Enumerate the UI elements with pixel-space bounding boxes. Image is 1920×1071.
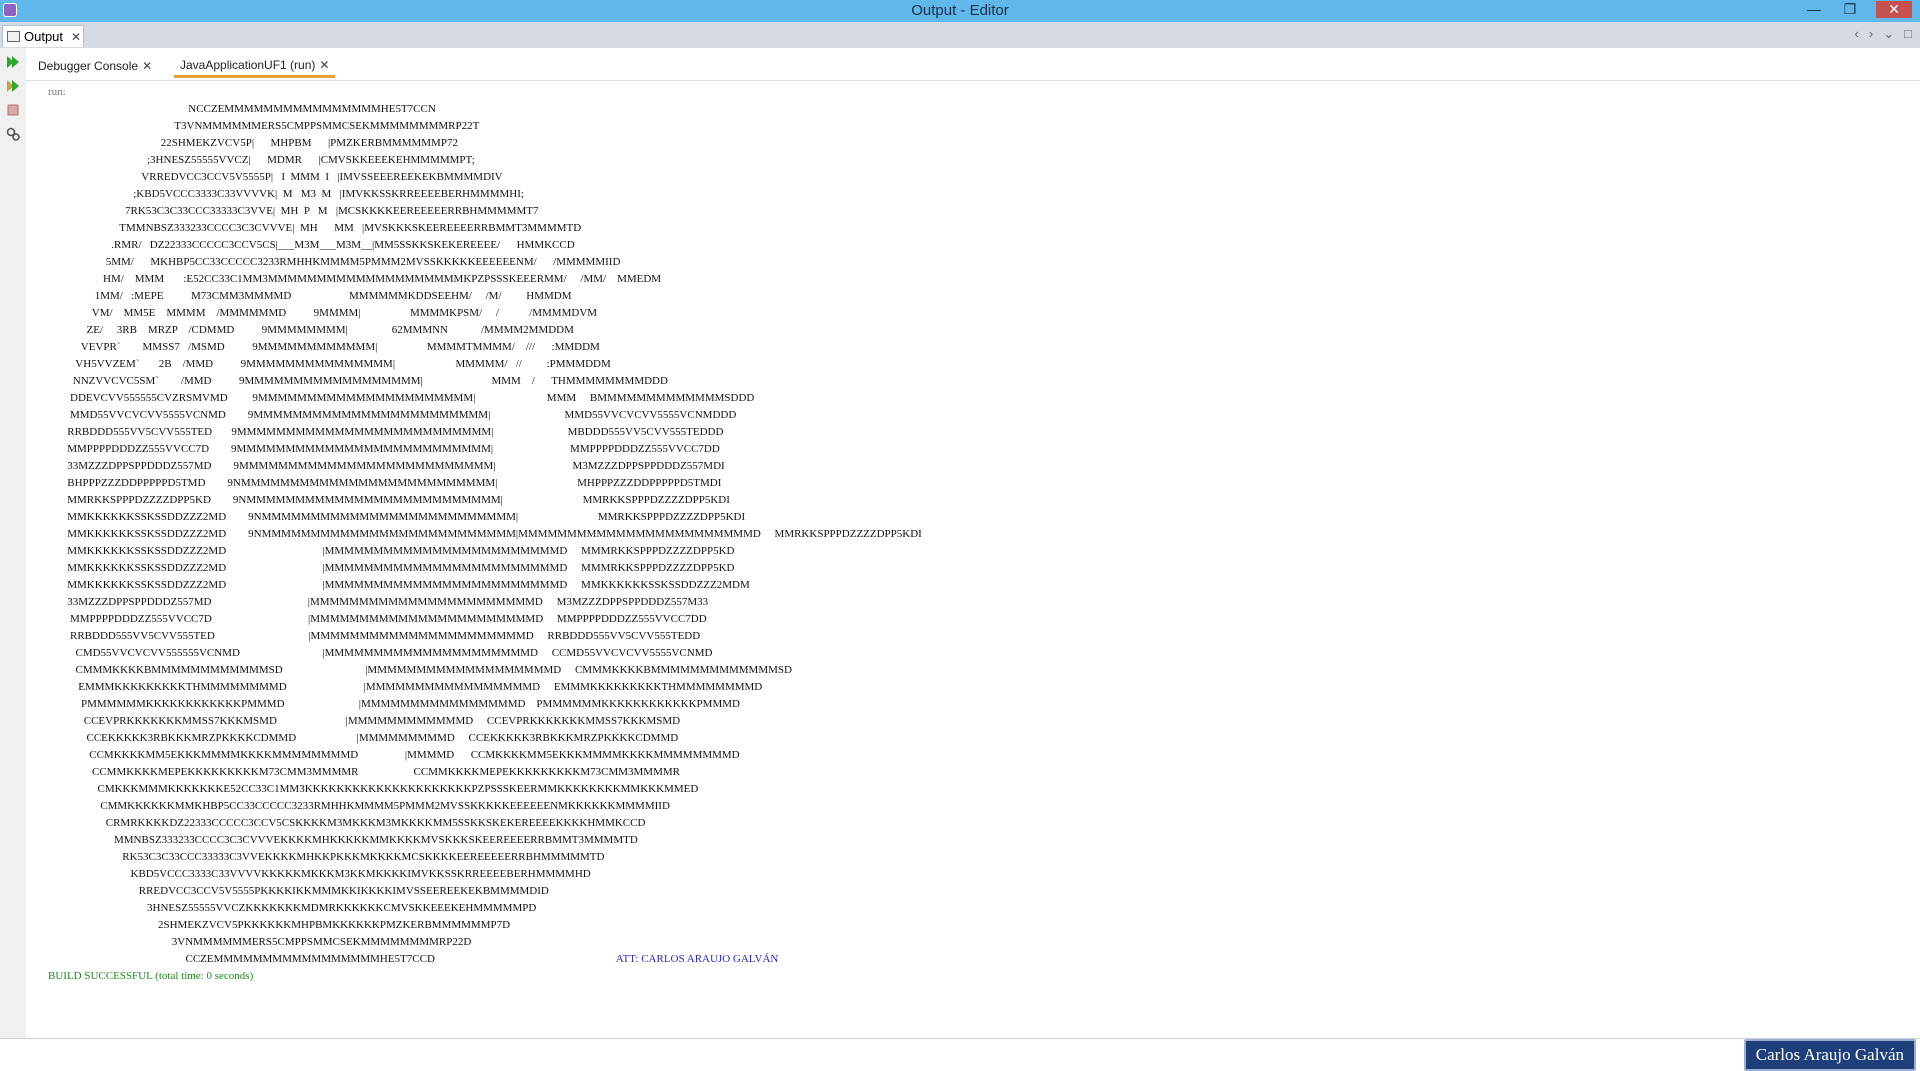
restore-button[interactable]: ❐: [1840, 1, 1860, 18]
stop-icon[interactable]: [5, 102, 21, 118]
ascii-art: NCCZEMMMMMMMMMMMMMMMMHE5T7CCN T3VNMMMMMM…: [67, 103, 922, 965]
att-line: ATT: CARLOS ARAUJO GALVÁN: [615, 953, 779, 965]
output-toolbar: [0, 48, 27, 1038]
output-icon: [7, 31, 20, 42]
output-tab-label: Output: [24, 29, 64, 44]
tab-java-application-run[interactable]: JavaApplicationUF1 (run) ✕: [174, 54, 336, 78]
close-icon[interactable]: ✕: [319, 58, 329, 72]
window-controls: — ❐ ✕: [1804, 1, 1912, 18]
title-bar: Output - Editor — ❐ ✕: [0, 0, 1920, 22]
console-output[interactable]: run: NCCZEMMMMMMMMMMMMMMMMHE5T7CCN T3VNM…: [26, 82, 1920, 1038]
tab-list-icon[interactable]: ⌄: [1883, 26, 1894, 42]
prev-tab-icon[interactable]: ‹: [1855, 26, 1859, 42]
window-title: Output - Editor: [911, 2, 1009, 19]
output-tab-row: Output ✕ ‹ › ⌄ □: [0, 22, 1920, 49]
run-label: run:: [48, 86, 66, 98]
panel-nav-controls: ‹ › ⌄ □: [1855, 26, 1912, 42]
status-bar: Carlos Araujo Galván: [0, 1038, 1920, 1071]
author-badge: Carlos Araujo Galván: [1743, 1039, 1916, 1071]
minimize-button[interactable]: —: [1804, 1, 1824, 18]
tab-debugger-console[interactable]: Debugger Console ✕: [32, 54, 158, 78]
build-status: BUILD SUCCESSFUL (total time: 0 seconds): [48, 970, 254, 982]
tab-label: JavaApplicationUF1 (run): [180, 57, 316, 72]
console-tabs: Debugger Console ✕ JavaApplicationUF1 (r…: [26, 48, 1920, 81]
console-text: run: NCCZEMMMMMMMMMMMMMMMMHE5T7CCN T3VNM…: [48, 84, 922, 985]
rerun-icon[interactable]: [5, 78, 21, 94]
close-window-button[interactable]: ✕: [1876, 1, 1912, 18]
output-tab[interactable]: Output ✕: [2, 25, 84, 47]
close-icon[interactable]: ✕: [142, 59, 152, 73]
output-tab-close-icon[interactable]: ✕: [71, 30, 81, 44]
tab-label: Debugger Console: [38, 59, 139, 73]
run-icon[interactable]: [5, 54, 21, 70]
settings-icon[interactable]: [5, 126, 21, 142]
next-tab-icon[interactable]: ›: [1869, 26, 1873, 42]
maximize-panel-icon[interactable]: □: [1904, 26, 1912, 42]
